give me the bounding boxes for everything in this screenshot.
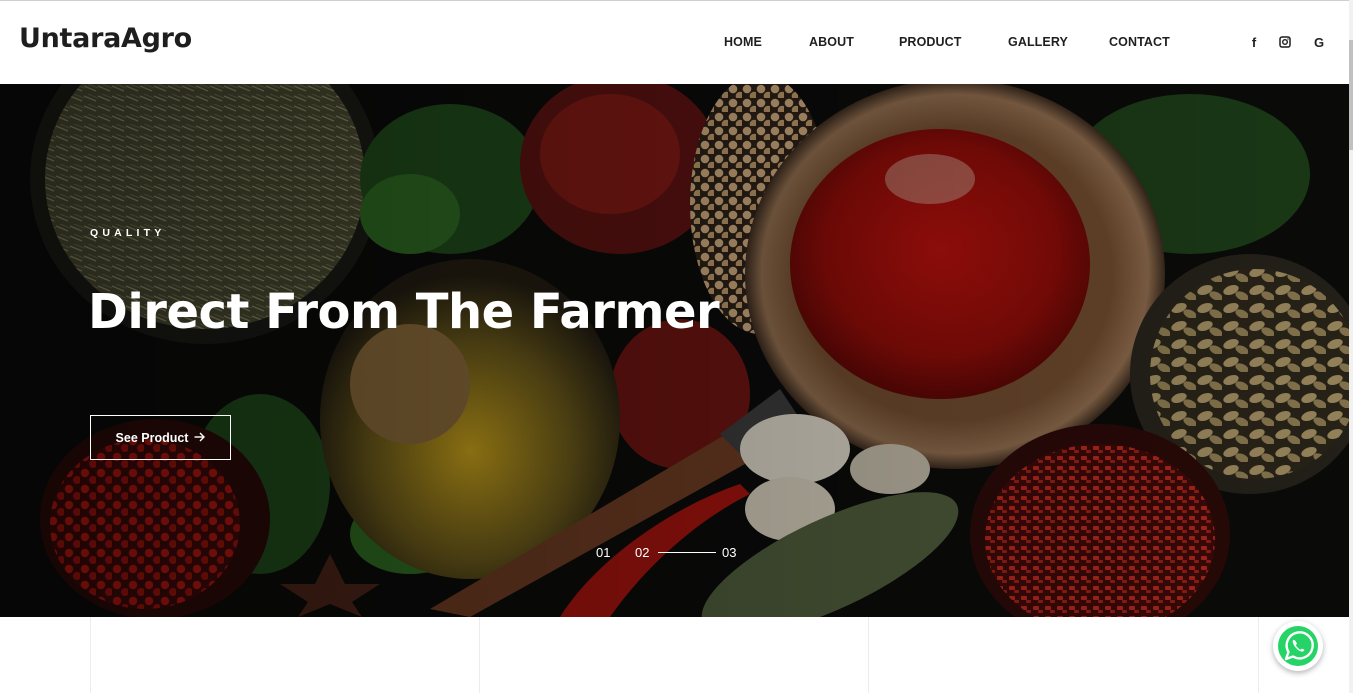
facebook-icon[interactable]: f: [1247, 35, 1261, 50]
google-icon[interactable]: G: [1312, 35, 1326, 50]
whatsapp-button[interactable]: [1273, 621, 1323, 671]
nav-about[interactable]: ABOUT: [809, 35, 854, 49]
hero-eyebrow: QUALITY: [90, 227, 166, 239]
nav-home[interactable]: HOME: [724, 35, 762, 49]
see-product-label: See Product: [115, 430, 189, 445]
site-logo[interactable]: UntaraAgro: [19, 23, 192, 54]
arrow-right-icon: [194, 431, 206, 445]
slide-dot-02[interactable]: 02: [635, 545, 649, 560]
nav-contact[interactable]: CONTACT: [1109, 35, 1170, 49]
column-divider: [479, 617, 480, 693]
column-divider: [868, 617, 869, 693]
nav-gallery[interactable]: GALLERY: [1008, 35, 1068, 49]
instagram-icon[interactable]: [1278, 35, 1292, 49]
hero-slider: QUALITY Direct From The Farmer See Produ…: [0, 84, 1349, 617]
column-divider: [90, 617, 91, 693]
features-section: [0, 617, 1349, 693]
whatsapp-icon: [1278, 626, 1318, 666]
slide-dot-03[interactable]: 03: [722, 545, 736, 560]
column-divider: [1258, 617, 1259, 693]
site-header: UntaraAgro HOME ABOUT PRODUCT GALLERY CO…: [0, 0, 1353, 84]
page-scrollbar-thumb[interactable]: [1349, 40, 1353, 150]
see-product-button[interactable]: See Product: [90, 415, 231, 460]
active-slide-indicator: [658, 552, 716, 553]
hero-headline: Direct From The Farmer: [88, 284, 720, 340]
nav-product[interactable]: PRODUCT: [899, 35, 962, 49]
slide-dot-01[interactable]: 01: [596, 545, 610, 560]
